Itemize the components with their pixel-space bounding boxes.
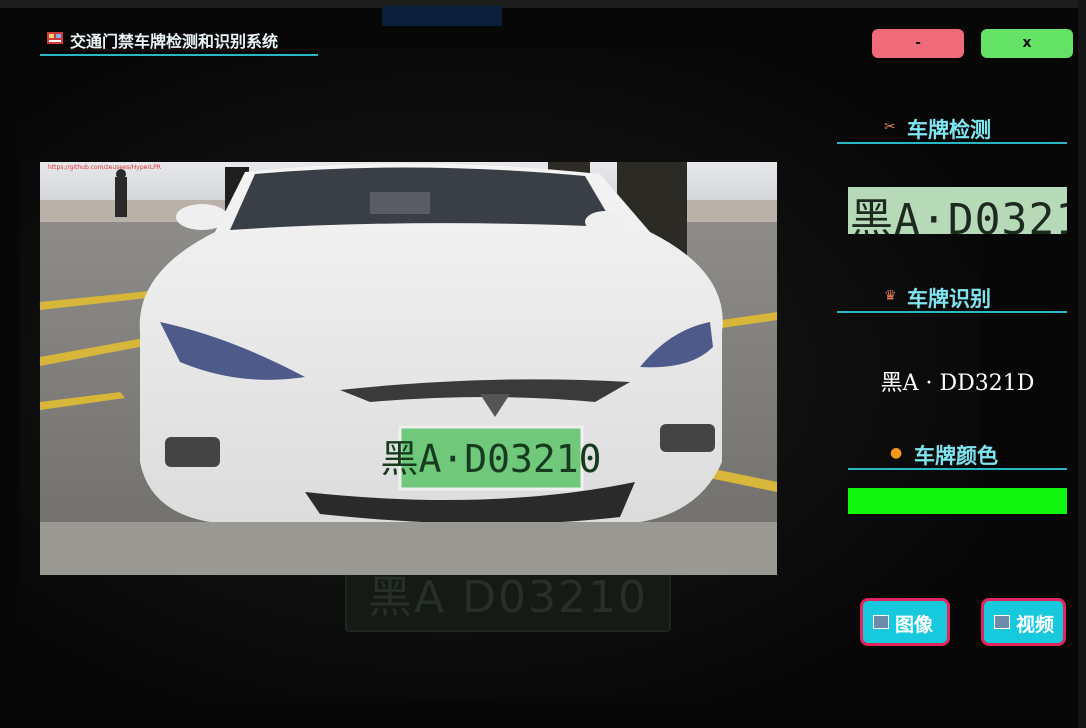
recognition-heading-label: 车牌识别 <box>907 287 991 311</box>
color-heading: ● 车牌颜色 <box>848 440 1067 470</box>
photo-watermark: https://github.com/zeusees/HyperLPR <box>48 164 161 171</box>
background-ghost-plate: 黑A D03210 <box>345 566 671 632</box>
recognition-heading: ♛ 车牌识别 <box>837 283 1067 313</box>
window-top-edge <box>0 0 1086 8</box>
image-icon <box>873 615 889 629</box>
title-bar: 交通门禁车牌检测和识别系统 <box>40 26 318 56</box>
video-button-label: 视频 <box>1016 614 1055 636</box>
car-image: 黑A·D03210 <box>40 162 777 575</box>
window-right-edge <box>1078 0 1086 728</box>
recognition-result: 黑A · DD321D <box>880 371 1035 396</box>
detection-heading: ✂ 车牌检测 <box>837 114 1067 144</box>
detected-plate-text: 黑A·D03210 <box>850 195 1067 234</box>
palette-icon: ● <box>890 445 903 461</box>
top-tab-decoration <box>382 6 502 26</box>
video-icon <box>994 615 1010 629</box>
app-logo-icon <box>47 32 63 44</box>
photo-plate-text: 黑A·D03210 <box>380 437 601 481</box>
scissors-icon: ✂ <box>884 119 896 135</box>
badge-icon: ♛ <box>884 288 897 304</box>
minimize-button[interactable]: - <box>872 29 964 58</box>
detected-plate-crop: 黑A·D03210 <box>848 187 1067 234</box>
detection-heading-label: 车牌检测 <box>907 118 991 142</box>
image-button-label: 图像 <box>895 614 934 636</box>
video-button[interactable]: 视频 <box>981 598 1066 646</box>
vehicle-photo: 黑A·D03210 https://github.com/zeusees/Hyp… <box>40 162 777 575</box>
window-title: 交通门禁车牌检测和识别系统 <box>70 32 279 51</box>
color-heading-label: 车牌颜色 <box>914 444 998 468</box>
close-button[interactable]: x <box>981 29 1073 58</box>
image-button[interactable]: 图像 <box>860 598 950 646</box>
plate-color-swatch <box>848 488 1067 514</box>
